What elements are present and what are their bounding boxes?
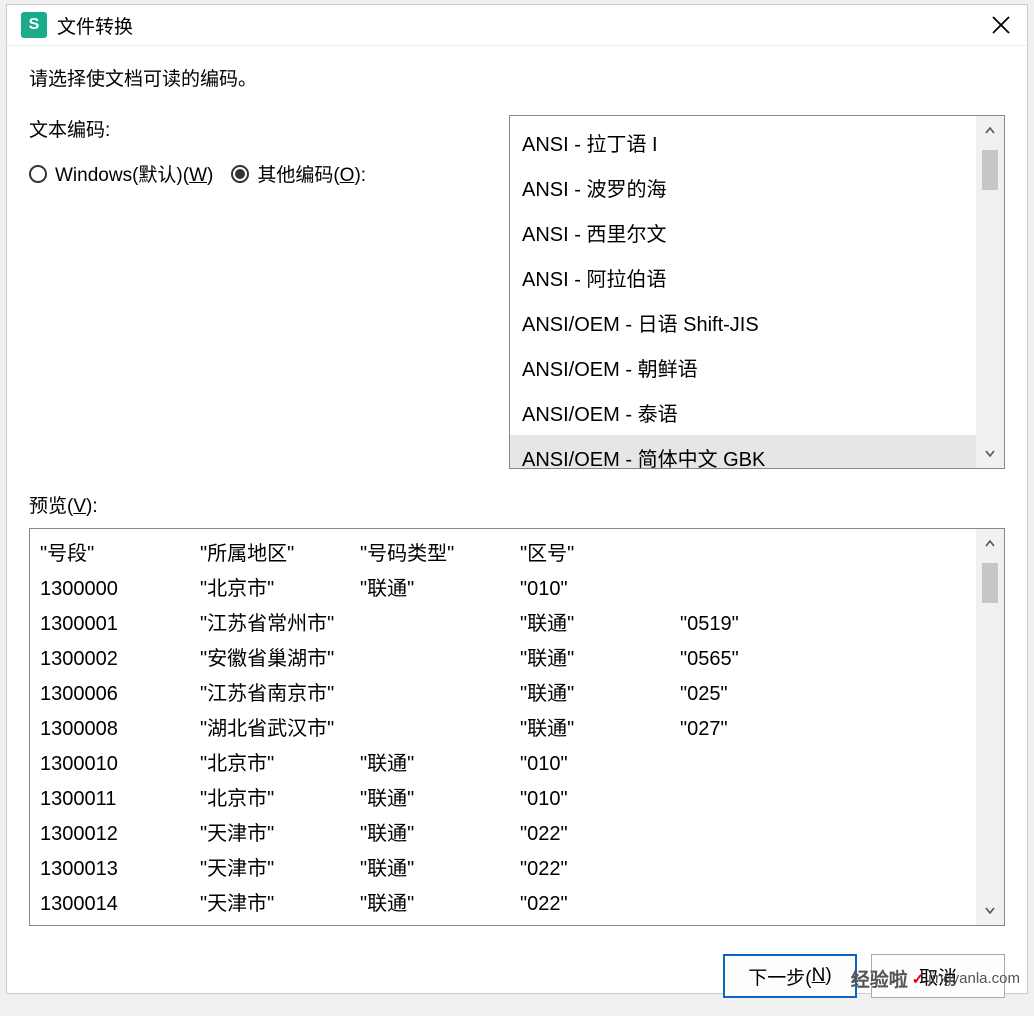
encoding-option[interactable]: ANSI - 拉丁语 I (510, 120, 976, 165)
preview-row: 1300001"江苏省常州市""联通""0519" (40, 607, 966, 642)
scroll-down-icon[interactable] (976, 440, 1004, 468)
scroll-down-icon[interactable] (976, 897, 1004, 925)
preview-row: 1300014"天津市""联通""022" (40, 887, 966, 922)
titlebar: S 文件转换 (7, 5, 1027, 46)
encoding-option[interactable]: ANSI - 波罗的海 (510, 165, 976, 210)
encoding-option[interactable]: ANSI/OEM - 简体中文 GBK (510, 435, 976, 468)
preview-row: 1300002"安徽省巢湖市""联通""0565" (40, 642, 966, 677)
dialog-title: 文件转换 (57, 12, 981, 39)
preview-row: 1300013"天津市""联通""022" (40, 852, 966, 887)
radio-icon (29, 165, 47, 183)
encoding-option[interactable]: ANSI/OEM - 泰语 (510, 390, 976, 435)
preview-label: 预览(V): (29, 491, 1005, 518)
preview-row: 1300006"江苏省南京市""联通""025" (40, 677, 966, 712)
preview-row: 1300011"北京市""联通""010" (40, 782, 966, 817)
preview-row: 1300008"湖北省武汉市""联通""027" (40, 712, 966, 747)
radio-icon (231, 165, 249, 183)
radio-other-encoding[interactable]: 其他编码(O): (231, 160, 366, 187)
scrollbar[interactable] (976, 529, 1004, 925)
preview-row: 1300012"天津市""联通""022" (40, 817, 966, 852)
preview-row: 1300010"北京市""联通""010" (40, 747, 966, 782)
close-icon[interactable] (981, 5, 1021, 45)
encoding-option[interactable]: ANSI - 西里尔文 (510, 210, 976, 255)
file-conversion-dialog: S 文件转换 请选择使文档可读的编码。 文本编码: Windows(默认)(W)… (6, 4, 1028, 994)
dialog-content: 请选择使文档可读的编码。 文本编码: Windows(默认)(W) 其他编码(O… (7, 46, 1027, 940)
encoding-option[interactable]: ANSI - 阿拉伯语 (510, 255, 976, 300)
scrollbar[interactable] (976, 116, 1004, 468)
encoding-option[interactable]: ANSI/OEM - 朝鲜语 (510, 345, 976, 390)
scroll-up-icon[interactable] (976, 116, 1004, 144)
preview-box: "号段""所属地区""号码类型""区号"1300000"北京市""联通""010… (29, 528, 1005, 926)
app-icon: S (21, 12, 47, 38)
radio-windows-default[interactable]: Windows(默认)(W) (29, 160, 213, 187)
scroll-up-icon[interactable] (976, 529, 1004, 557)
preview-row: "号段""所属地区""号码类型""区号" (40, 537, 966, 572)
watermark: 经验啦 ✓ jingyanla.com (851, 965, 1020, 992)
prompt-text: 请选择使文档可读的编码。 (29, 64, 1005, 91)
radio-label: Windows(默认)(W) (55, 160, 213, 187)
next-button[interactable]: 下一步(N) (723, 954, 857, 998)
preview-row: 1300000"北京市""联通""010" (40, 572, 966, 607)
scroll-thumb[interactable] (982, 150, 998, 190)
check-icon: ✓ (912, 970, 925, 988)
scroll-thumb[interactable] (982, 563, 998, 603)
radio-label: 其他编码(O): (257, 160, 366, 187)
encoding-label: 文本编码: (29, 115, 499, 142)
encoding-radio-group: Windows(默认)(W) 其他编码(O): (29, 160, 499, 187)
encoding-listbox[interactable]: ANSI - 拉丁语 IANSI - 波罗的海ANSI - 西里尔文ANSI -… (509, 115, 1005, 469)
encoding-option[interactable]: ANSI/OEM - 日语 Shift-JIS (510, 300, 976, 345)
